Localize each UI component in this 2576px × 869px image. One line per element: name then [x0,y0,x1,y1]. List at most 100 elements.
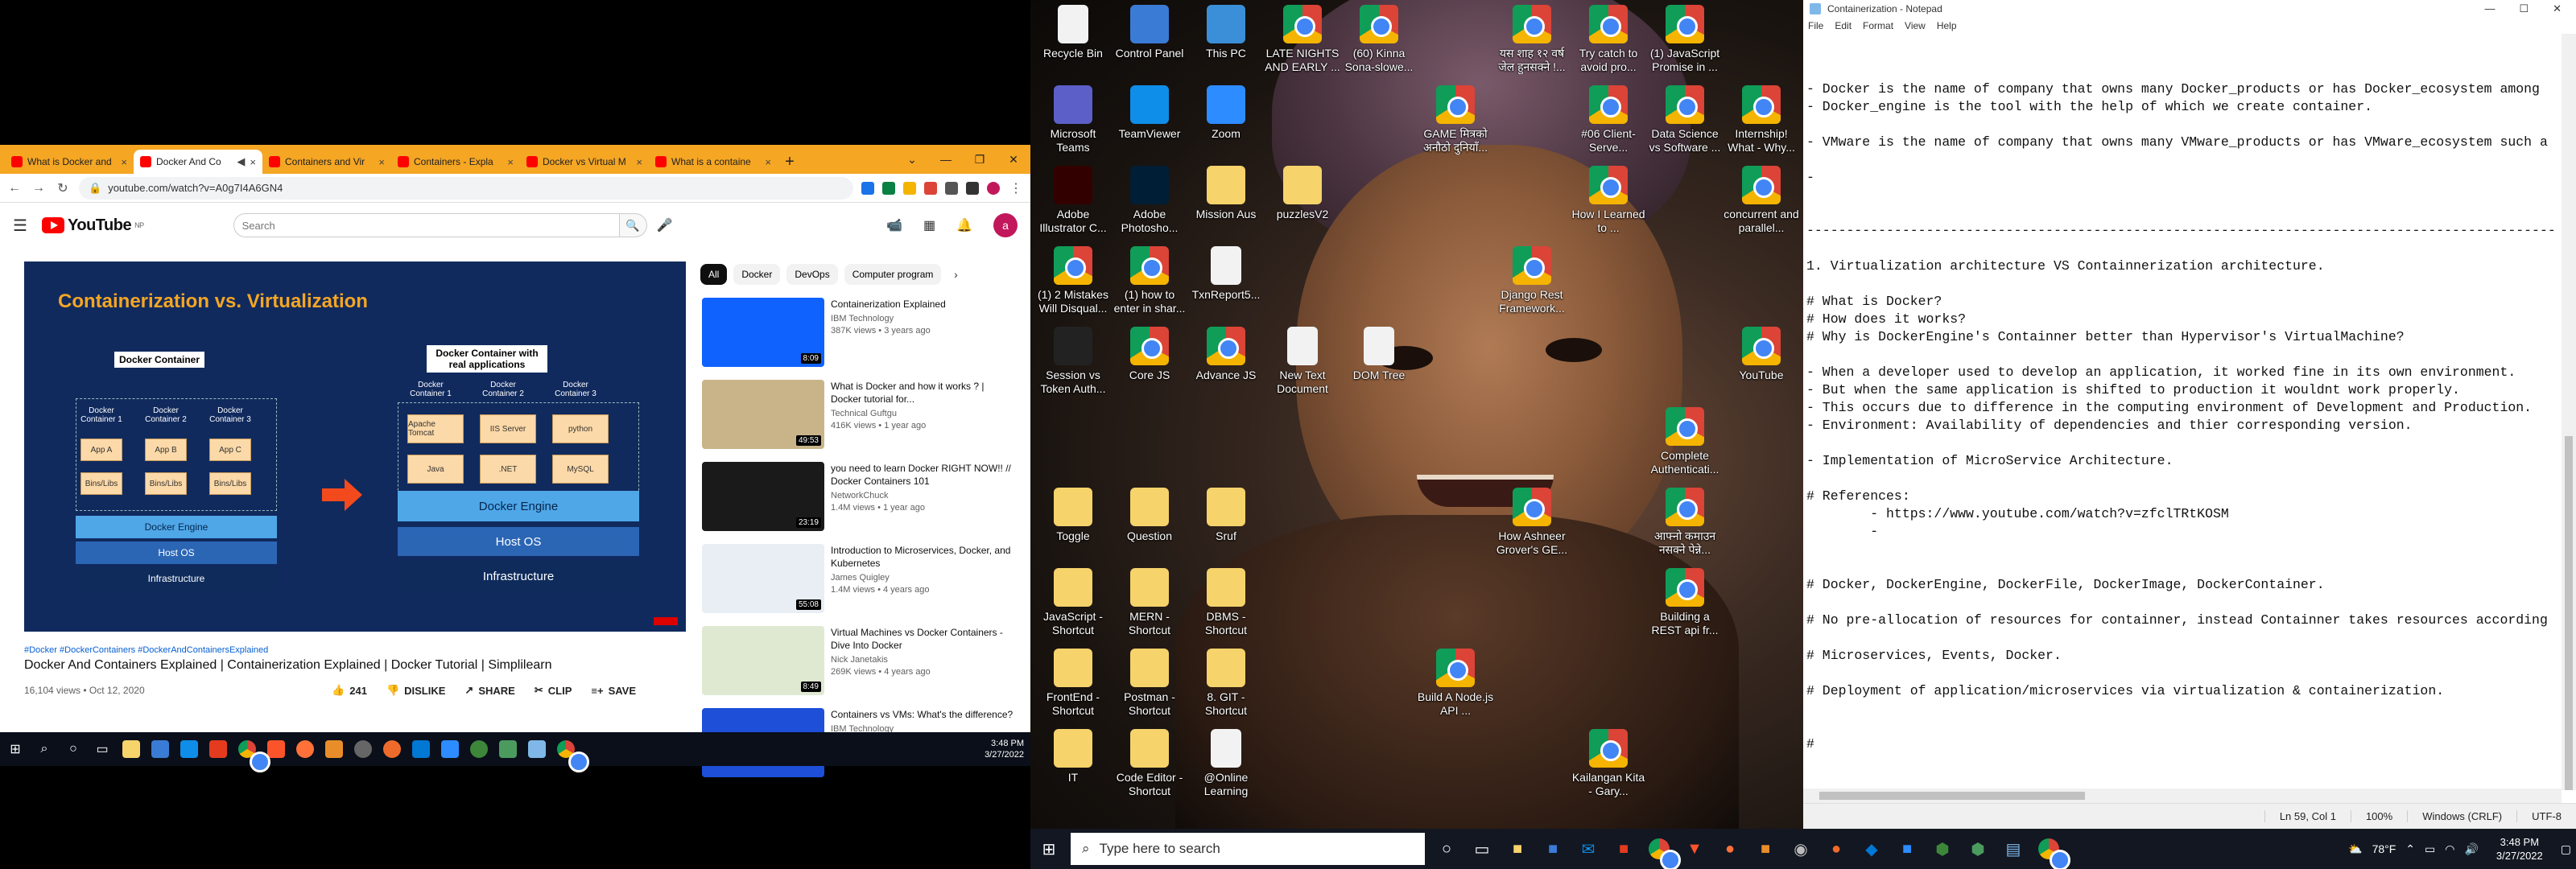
desktop-shortcut[interactable]: TxnReport5... [1187,246,1265,302]
notifications-icon[interactable]: ▢ [2561,842,2571,856]
cortana-icon[interactable]: ○ [1433,835,1460,863]
office-icon[interactable]: ■ [1610,835,1637,863]
file-explorer-icon[interactable]: ■ [1504,835,1531,863]
youtube-logo[interactable]: YouTube NP [42,216,144,235]
related-video-title[interactable]: Virtual Machines vs Docker Containers - … [831,626,1016,652]
channel-name[interactable]: Nick Janetakis [831,654,1016,666]
desktop-shortcut[interactable]: How I Learned to ... [1570,166,1647,235]
node-icon[interactable]: ⬢ [1929,835,1956,863]
desktop-shortcut[interactable]: Postman - Shortcut [1111,649,1188,718]
desktop-shortcut[interactable]: DBMS - Shortcut [1187,568,1265,637]
desktop-shortcut[interactable]: Zoom [1187,85,1265,141]
close-tab-icon[interactable]: × [507,156,514,168]
profile-icon[interactable] [987,181,1000,195]
node-icon[interactable] [470,740,488,758]
notepad-text-area[interactable]: - Docker is the name of company that own… [1806,80,2555,789]
extension-icon[interactable] [903,181,916,195]
volume-icon[interactable]: 🔊 [2464,842,2478,856]
search-icon[interactable]: 🔍 [619,213,647,237]
task-view-icon[interactable]: ▭ [93,740,111,758]
vertical-scrollbar[interactable] [2562,34,2576,790]
desktop-shortcut[interactable]: #06 Client-Serve... [1570,85,1647,154]
video-player[interactable]: Containerization vs. Virtualization Dock… [24,262,686,632]
desktop-shortcut[interactable]: DOM Tree [1340,327,1418,382]
desktop-shortcut[interactable]: Internship! What - Why... [1723,85,1800,154]
chevron-up-icon[interactable]: ⌃ [2405,842,2415,856]
postman-icon[interactable]: ● [1823,835,1850,863]
zoom-icon[interactable]: ■ [1893,835,1921,863]
desktop-shortcut[interactable]: 8. GIT - Shortcut [1187,649,1265,718]
task-view-icon[interactable]: ▭ [1468,835,1496,863]
forward-icon[interactable]: → [31,181,47,196]
channel-name[interactable]: IBM Technology [831,313,946,325]
desktop-shortcut[interactable]: Build A Node.js API ... [1417,649,1494,718]
wifi-icon[interactable]: ◠ [2445,842,2454,856]
hashtags[interactable]: #Docker #DockerContainers #DockerAndCont… [24,645,684,655]
desktop-shortcut[interactable]: Session vs Token Auth... [1034,327,1112,396]
firefox-icon[interactable] [296,740,314,758]
desktop-shortcut[interactable]: (60) Kinna Sona-slowe... [1340,5,1418,74]
mongo-icon[interactable] [499,740,517,758]
desktop-shortcut[interactable]: Advance JS [1187,327,1265,382]
minimize-icon[interactable]: — [929,145,963,174]
desktop-shortcut[interactable]: Question [1111,488,1188,543]
channel-name[interactable]: James Quigley [831,572,1016,584]
related-video-item[interactable]: 8:09 Containerization Explained IBM Techno… [702,298,1016,372]
menu-edit[interactable]: Edit [1835,20,1852,31]
desktop-shortcut[interactable]: Recycle Bin [1034,5,1112,60]
related-video-item[interactable]: 23:19 you need to learn Docker RIGHT NOW!… [702,462,1016,536]
video-thumbnail[interactable]: 55:08 [702,544,824,613]
microphone-icon[interactable]: 🎤 [657,217,673,233]
video-thumbnail[interactable]: 23:19 [702,462,824,531]
create-video-icon[interactable]: 📹 [886,217,902,233]
menu-kebab-icon[interactable]: ⋮ [1008,180,1024,196]
desktop-shortcut[interactable]: Try catch to avoid pro... [1570,5,1647,74]
desktop-shortcut[interactable]: Toggle [1034,488,1112,543]
related-video-item[interactable]: 55:08 Introduction to Microservices, Dock… [702,544,1016,618]
minimize-icon[interactable]: — [2484,2,2495,15]
related-video-title[interactable]: you need to learn Docker RIGHT NOW!! // … [831,462,1016,488]
desktop-shortcut[interactable]: JavaScript - Shortcut [1034,568,1112,637]
menu-view[interactable]: View [1905,20,1926,31]
related-video-title[interactable]: Introduction to Microservices, Docker, a… [831,544,1016,570]
obs-icon[interactable] [354,740,372,758]
vscode-icon[interactable]: ◆ [1858,835,1885,863]
restore-icon[interactable]: ❐ [963,145,997,174]
brave-icon[interactable] [267,740,285,758]
zoom-icon[interactable] [441,740,459,758]
extension-icon[interactable] [924,181,937,195]
close-tab-icon[interactable]: × [121,156,127,168]
related-video-title[interactable]: Containers vs VMs: What's the difference… [831,708,1013,721]
desktop-shortcut[interactable]: @Online Learning [1187,729,1265,798]
office-icon[interactable] [209,740,227,758]
new-tab-button[interactable]: + [778,150,802,174]
windows-start-icon[interactable]: ⊞ [6,740,24,758]
sublime-icon[interactable]: ■ [1752,835,1779,863]
close-icon[interactable]: ✕ [997,145,1030,174]
desktop-shortcut[interactable]: Data Science vs Software ... [1646,85,1724,154]
desktop-shortcut[interactable]: (1) how to enter in shar... [1111,246,1188,315]
hamburger-menu-icon[interactable]: ☰ [13,216,29,236]
brave-icon[interactable]: ▼ [1681,835,1708,863]
scrollbar-thumb[interactable] [2565,436,2573,790]
extension-icon[interactable] [882,181,895,195]
address-bar[interactable]: 🔒 youtube.com/watch?v=A0g7I4A6GN4 [79,176,853,200]
share-button[interactable]: ↗ SHARE [464,684,514,697]
chrome-tab[interactable]: Containers - Expla × [391,150,520,174]
desktop-shortcut[interactable]: MERN - Shortcut [1111,568,1188,637]
desktop-shortcut[interactable]: Sruf [1187,488,1265,543]
chevron-right-icon[interactable]: › [947,264,964,285]
mail-icon[interactable] [180,740,198,758]
close-icon[interactable]: ✕ [2553,2,2562,15]
windows-start-icon[interactable]: ⊞ [1035,835,1063,863]
apps-grid-icon[interactable]: ▦ [923,217,935,233]
related-video-item[interactable]: 49:53 What is Docker and how it works ? |… [702,380,1016,454]
channel-name[interactable]: NetworkChuck [831,490,1016,502]
desktop-shortcut[interactable]: Mission Aus [1187,166,1265,221]
vscode-icon[interactable] [412,740,430,758]
notepad-icon[interactable] [528,740,546,758]
desktop-shortcut[interactable]: This PC [1187,5,1265,60]
notepad-icon[interactable]: ▤ [2000,835,2027,863]
video-thumbnail[interactable]: 8:09 [702,298,824,367]
video-thumbnail[interactable]: 49:53 [702,380,824,449]
